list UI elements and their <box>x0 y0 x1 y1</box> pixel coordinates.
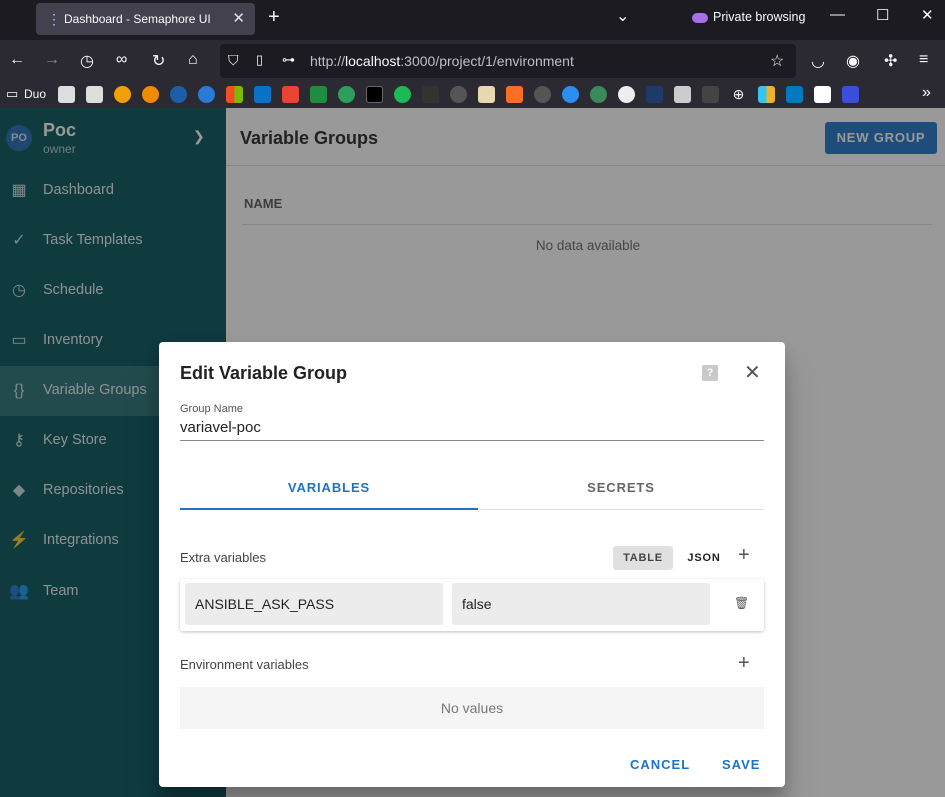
bookmark-gitlab-icon[interactable] <box>506 86 523 103</box>
bookmark-microsoft-icon[interactable] <box>226 86 243 103</box>
minimize-icon[interactable]: — <box>830 6 845 23</box>
view-table-button[interactable]: TABLE <box>613 546 673 570</box>
bookmark-o-icon[interactable] <box>618 86 635 103</box>
new-tab-icon[interactable]: + <box>268 6 280 29</box>
url-path: :3000/project/1/environment <box>400 53 574 69</box>
bookmarks-overflow-icon[interactable]: » <box>922 84 931 102</box>
bookmark-x-icon[interactable] <box>366 86 383 103</box>
semaphore-app: PO Poc owner ❯ ▦ Dashboard ✓ Task Templa… <box>0 108 945 797</box>
add-extra-variable-icon[interactable]: + <box>738 544 750 567</box>
bookmark-green-icon[interactable] <box>590 86 607 103</box>
bookmark-pin-icon[interactable] <box>198 86 215 103</box>
bookmarks-bar: ▭ Duo ⊕ » <box>0 82 945 108</box>
bookmark-gmail-icon[interactable] <box>282 86 299 103</box>
dialog-title: Edit Variable Group <box>180 363 348 383</box>
view-json-button[interactable]: JSON <box>683 546 725 570</box>
bookmark-linux-icon[interactable] <box>58 86 75 103</box>
group-name-underline <box>180 440 764 441</box>
cancel-button[interactable]: CANCEL <box>630 757 690 772</box>
menu-icon[interactable]: ≡ <box>919 51 928 69</box>
maximize-icon[interactable]: ☐ <box>876 6 889 24</box>
bookmark-oth-icon[interactable] <box>170 86 187 103</box>
add-environment-variable-icon[interactable]: + <box>738 652 750 675</box>
bookmark-linux2-icon[interactable] <box>86 86 103 103</box>
save-button[interactable]: SAVE <box>722 757 760 772</box>
browser-nav-bar: ← → ◷ ∞ ↻ ⌂ ⛉ ▯ ⊶ http://localhost:3000/… <box>0 40 945 82</box>
bookmark-globe-icon[interactable]: ⊕ <box>730 86 747 103</box>
bookmark-outlook-icon[interactable] <box>254 86 271 103</box>
forward-icon[interactable]: → <box>44 51 60 69</box>
edit-variable-group-dialog: Edit Variable Group ? ✕ Group Name varia… <box>159 342 785 787</box>
variable-value-value: false <box>462 596 492 612</box>
environment-variables-label: Environment variables <box>180 657 309 672</box>
reload-icon[interactable]: ↻ <box>152 51 165 71</box>
bookmark-ring-icon[interactable] <box>114 86 131 103</box>
bookmark-me-icon[interactable] <box>422 86 439 103</box>
pocket-icon[interactable]: ◡ <box>811 51 825 71</box>
url-prefix: http:// <box>310 53 346 69</box>
bookmark-tux-icon[interactable] <box>478 86 495 103</box>
extensions-icon[interactable]: ✣ <box>884 51 897 71</box>
bookmark-qlik-icon[interactable] <box>338 86 355 103</box>
private-browsing-label: Private browsing <box>713 10 806 24</box>
account-icon[interactable]: ◉ <box>846 51 860 71</box>
bookmark-github-icon[interactable] <box>534 86 551 103</box>
bookmark-folder-duo[interactable]: Duo <box>24 87 46 101</box>
bookmark-paw-icon[interactable] <box>450 86 467 103</box>
bookmark-star-icon[interactable]: ☆ <box>770 51 784 71</box>
tab-secrets[interactable]: SECRETS <box>472 466 770 510</box>
bookmark-bitwarden-icon[interactable] <box>814 86 831 103</box>
group-name-input[interactable]: variavel-poc <box>180 419 261 436</box>
private-browsing-indicator: Private browsing <box>692 10 805 24</box>
bookmark-spotify-icon[interactable] <box>394 86 411 103</box>
extra-variable-row: ANSIBLE_ASK_PASS false 🗑 <box>180 579 764 631</box>
bookmark-binary-icon[interactable] <box>674 86 691 103</box>
browser-tab-title: Dashboard - Semaphore UI <box>64 12 211 26</box>
bookmark-purple-icon[interactable] <box>842 86 859 103</box>
tab-close-icon[interactable]: ✕ <box>232 9 245 27</box>
bookmark-blue-icon[interactable] <box>562 86 579 103</box>
page-icon: ▯ <box>256 52 264 67</box>
list-tabs-chevron-icon[interactable]: ⌄ <box>616 6 629 26</box>
address-bar[interactable]: ⛉ ▯ ⊶ http://localhost:3000/project/1/en… <box>220 44 796 78</box>
url-host: localhost <box>345 53 401 69</box>
bookmark-slack-icon[interactable] <box>758 86 775 103</box>
variable-name-input[interactable]: ANSIBLE_ASK_PASS <box>185 583 443 625</box>
browser-tab-bar: ⋮ Dashboard - Semaphore UI ✕ + ⌄ Private… <box>0 0 945 40</box>
history-icon[interactable]: ◷ <box>80 51 94 71</box>
private-mask-icon <box>692 12 708 23</box>
back-icon[interactable]: ← <box>9 51 25 69</box>
home-icon[interactable]: ⌂ <box>188 51 198 69</box>
group-name-label: Group Name <box>180 403 243 415</box>
close-icon[interactable]: ✕ <box>744 360 761 385</box>
browser-tab[interactable]: ⋮ Dashboard - Semaphore UI ✕ <box>36 3 255 35</box>
folder-icon: ▭ <box>6 86 19 101</box>
delete-variable-icon[interactable]: 🗑 <box>734 596 749 610</box>
variable-value-input[interactable]: false <box>452 583 710 625</box>
bookmark-pro-icon[interactable] <box>646 86 663 103</box>
window-close-icon[interactable]: ✕ <box>921 6 934 24</box>
dialog-tabs: VARIABLES SECRETS <box>180 466 764 510</box>
bookmark-orange-icon[interactable] <box>142 86 159 103</box>
bookmark-trello-icon[interactable] <box>786 86 803 103</box>
environment-empty-message: No values <box>180 687 764 729</box>
tab-variables[interactable]: VARIABLES <box>180 466 478 510</box>
url-text: http://localhost:3000/project/1/environm… <box>310 53 574 69</box>
shield-icon[interactable]: ⛉ <box>228 52 239 69</box>
help-icon[interactable]: ? <box>702 365 718 381</box>
semaphore-favicon-icon: ⋮ <box>47 11 61 27</box>
permissions-key-icon[interactable]: ⊶ <box>282 52 295 68</box>
bookmark-sheets-icon[interactable] <box>310 86 327 103</box>
bookmark-doc-icon[interactable] <box>702 86 719 103</box>
extra-variables-label: Extra variables <box>180 550 266 565</box>
private-mask-toolbar-icon[interactable]: ∞ <box>116 51 127 69</box>
variable-name-value: ANSIBLE_ASK_PASS <box>195 596 335 612</box>
